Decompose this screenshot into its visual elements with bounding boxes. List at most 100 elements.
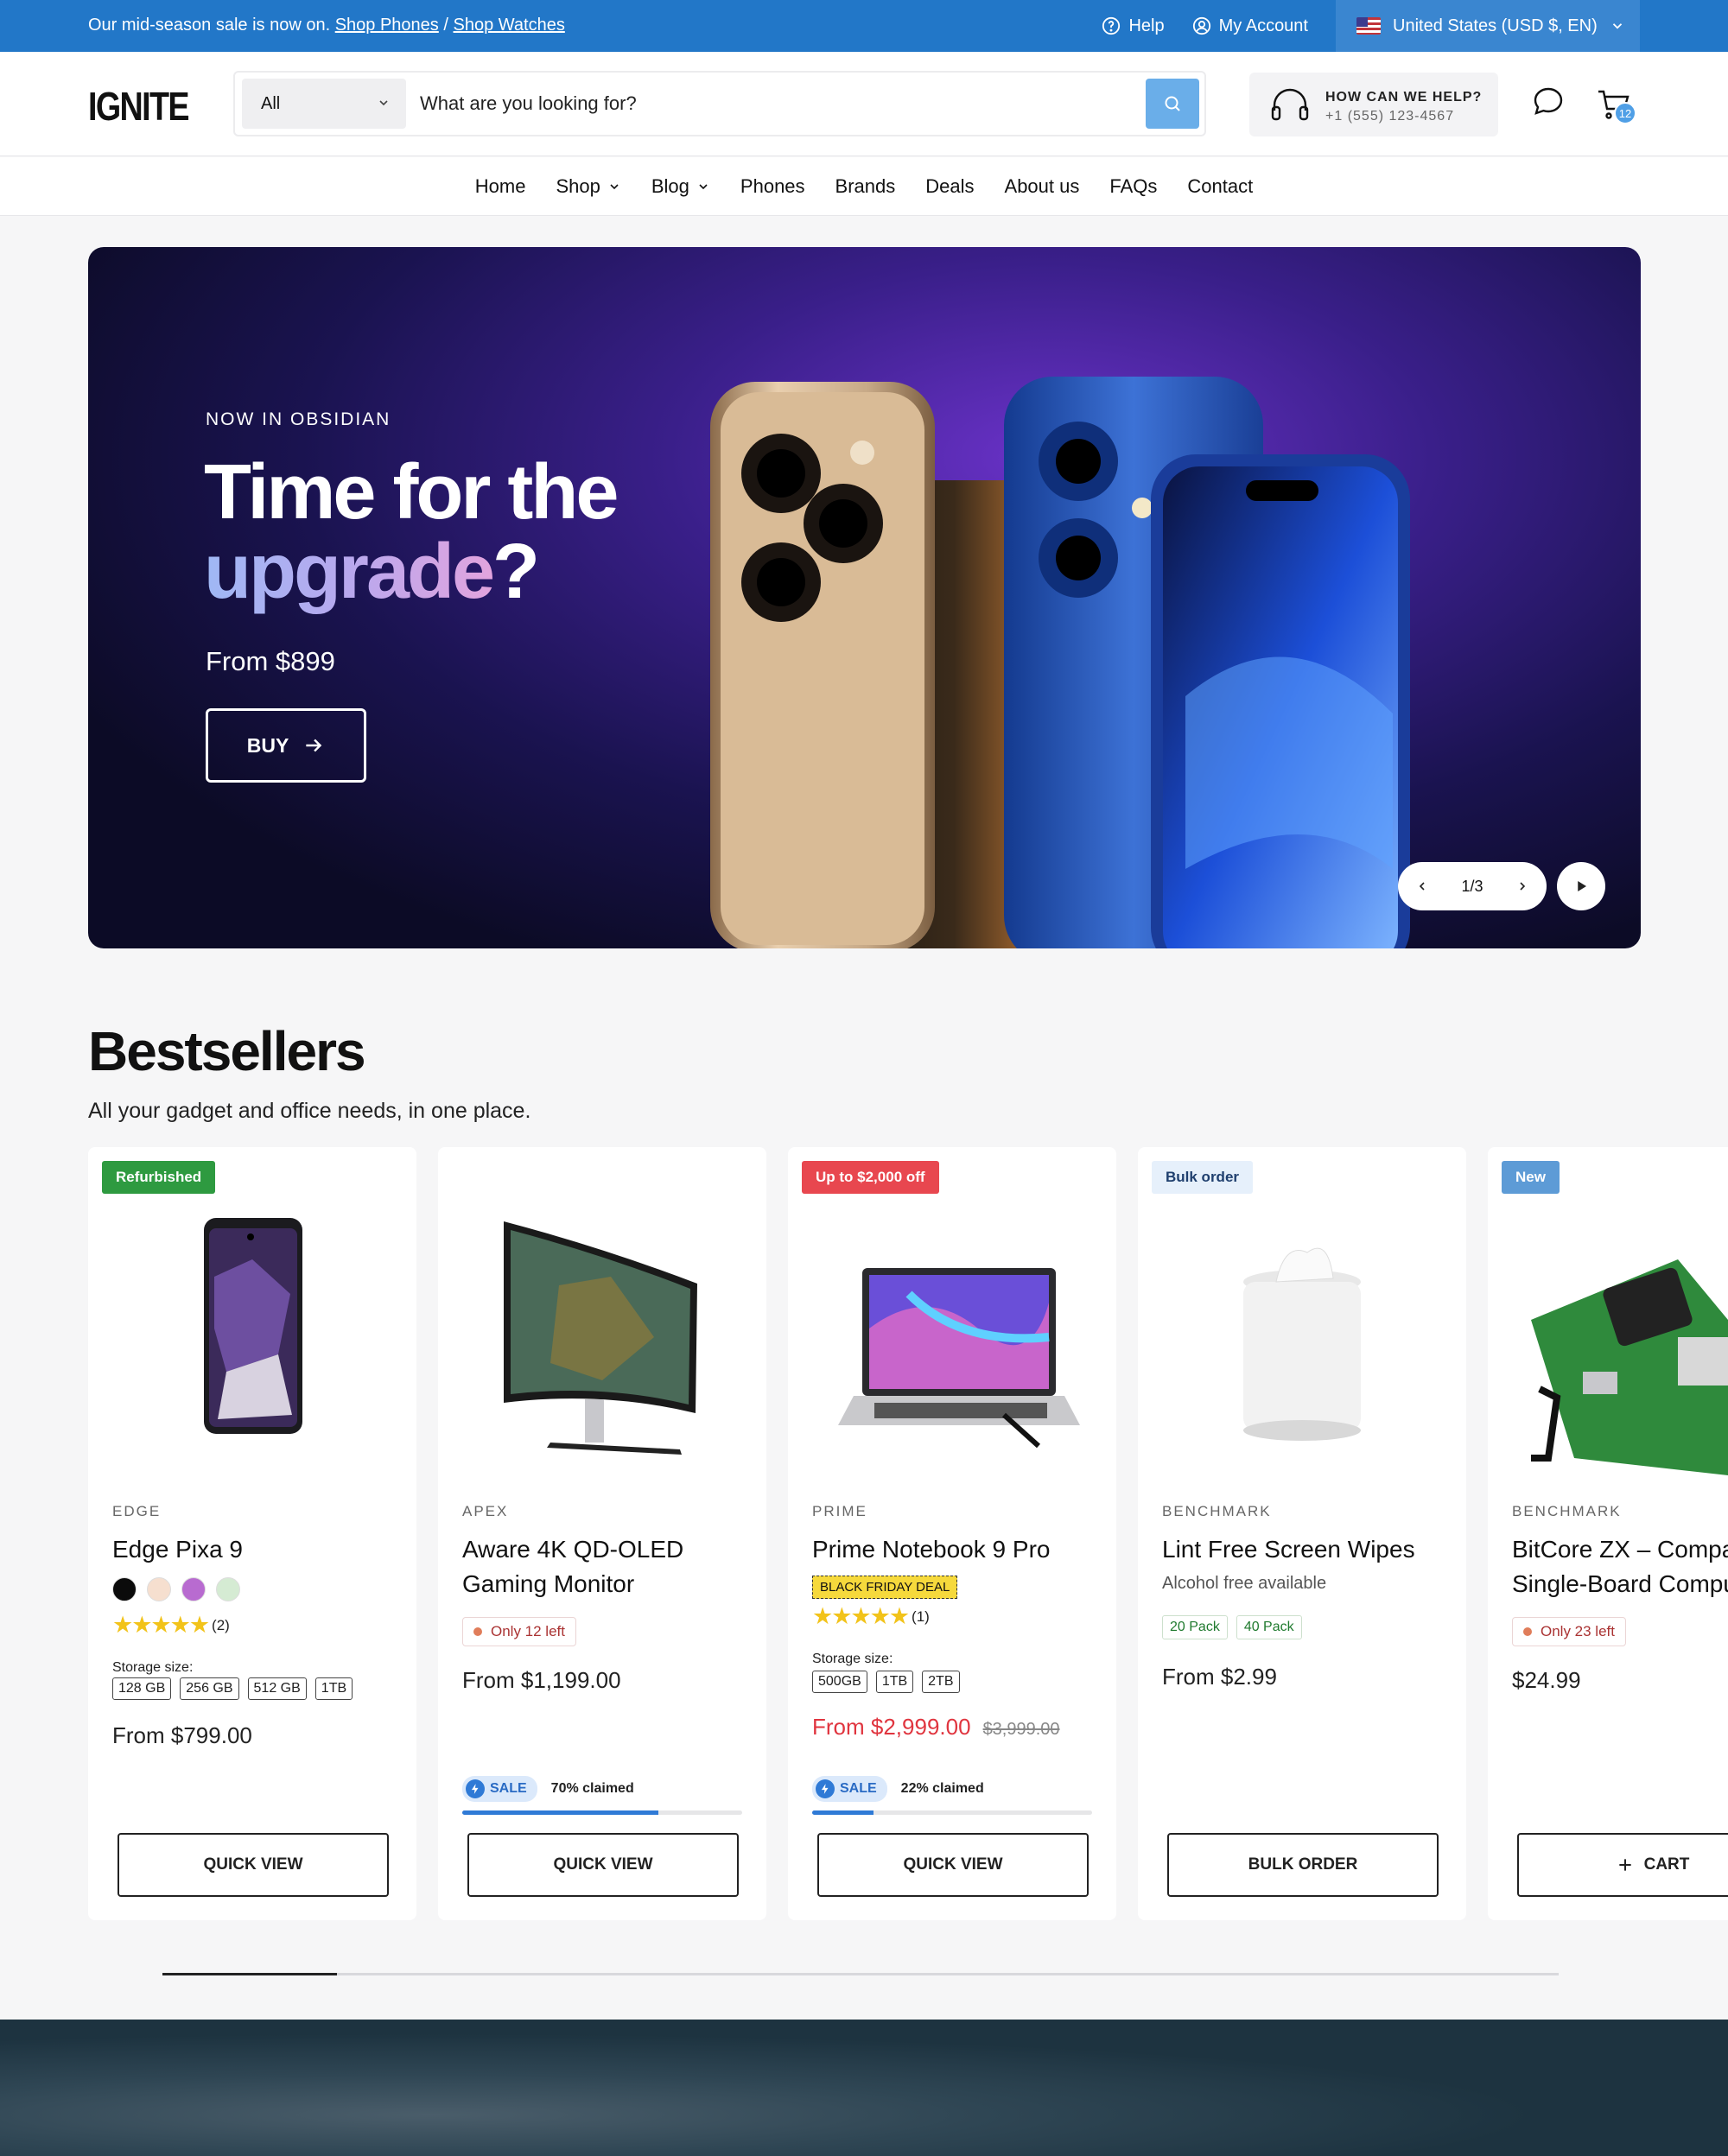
locale-selector[interactable]: United States (USD $, EN): [1336, 0, 1640, 52]
add-to-cart-label: CART: [1643, 1855, 1690, 1874]
storage-options: 128 GB 256 GB 512 GB 1TB: [112, 1677, 353, 1700]
product-card[interactable]: Bulk order BENCHMARK Lint Free Screen Wi…: [1138, 1147, 1466, 1920]
rating-stars: ★★★★★: [112, 1612, 210, 1638]
product-image: [838, 1268, 1080, 1449]
nav-about[interactable]: About us: [1005, 175, 1080, 198]
flag-us-icon: [1356, 17, 1381, 35]
scrollbar-thumb[interactable]: [162, 1973, 337, 1975]
product-vendor: APEX: [462, 1503, 509, 1519]
quick-view-button[interactable]: QUICK VIEW: [467, 1833, 739, 1897]
section-title: Bestsellers: [88, 1020, 366, 1082]
option-chip[interactable]: 2TB: [922, 1671, 960, 1693]
product-price: $24.99: [1512, 1667, 1581, 1693]
nav-faqs[interactable]: FAQs: [1109, 175, 1157, 198]
option-chip[interactable]: 512 GB: [247, 1677, 307, 1700]
product-card[interactable]: Up to $2,000 off PRIME Prime Notebook 9 …: [788, 1147, 1116, 1920]
carousel-scrollbar[interactable]: [162, 1973, 1559, 1975]
my-account-label: My Account: [1218, 16, 1308, 35]
nav-phones[interactable]: Phones: [740, 175, 805, 198]
bolt-icon: [466, 1779, 485, 1798]
product-badge: New: [1502, 1161, 1560, 1194]
product-badge: Bulk order: [1152, 1161, 1254, 1194]
chevron-down-icon: [1612, 23, 1622, 29]
claimed-bar: [462, 1810, 742, 1815]
chevron-left-icon[interactable]: [1415, 879, 1429, 893]
option-chip[interactable]: 1TB: [875, 1671, 914, 1693]
swatch-purple[interactable]: [181, 1577, 206, 1601]
hero-title-mark: ?: [492, 529, 540, 615]
product-title[interactable]: Lint Free Screen Wipes: [1162, 1532, 1447, 1567]
product-card[interactable]: APEX Aware 4K QD-OLED Gaming Monitor Onl…: [438, 1147, 766, 1920]
option-chip[interactable]: 1TB: [314, 1677, 353, 1700]
nav-home[interactable]: Home: [475, 175, 526, 198]
hero-buy-label: BUY: [246, 733, 289, 757]
search-button[interactable]: [1146, 79, 1199, 129]
announcement-separator: /: [443, 16, 448, 35]
search-input[interactable]: [420, 81, 1094, 126]
product-image: [1243, 1247, 1361, 1441]
chevron-down-icon: [699, 183, 708, 189]
quick-view-button[interactable]: QUICK VIEW: [817, 1833, 1089, 1897]
nav-label: Home: [474, 174, 526, 197]
review-count: (1): [912, 1607, 930, 1625]
product-title[interactable]: Aware 4K QD-OLED Gaming Monitor: [462, 1532, 747, 1601]
bulk-order-button[interactable]: BULK ORDER: [1167, 1833, 1439, 1897]
ocean-banner-image: [0, 2020, 1728, 2156]
headset-icon: [1271, 88, 1309, 121]
option-chip[interactable]: 256 GB: [180, 1677, 239, 1700]
shop-watches-link[interactable]: Shop Watches: [454, 16, 565, 35]
sale-price: From $2,999.00: [812, 1714, 971, 1740]
product-card[interactable]: Refurbished EDGE Edge Pixa 9 ★★★★★ (2) S…: [88, 1147, 416, 1920]
logo[interactable]: IGNITE: [88, 83, 190, 130]
product-title[interactable]: BitCore ZX – Compact Single-Board Comput…: [1512, 1532, 1728, 1601]
swatch-black[interactable]: [112, 1577, 137, 1601]
quick-view-button[interactable]: QUICK VIEW: [118, 1833, 389, 1897]
stock-indicator: Only 23 left: [1512, 1617, 1626, 1646]
product-price: From $799.00: [112, 1722, 252, 1748]
chevron-down-icon: [610, 183, 619, 189]
product-rating: ★★★★★ (1): [812, 1603, 930, 1630]
pack-chip[interactable]: 40 Pack: [1236, 1615, 1302, 1639]
nav-blog[interactable]: Blog: [651, 175, 710, 198]
nav-shop[interactable]: Shop: [556, 175, 620, 198]
option-chip[interactable]: 500GB: [812, 1671, 867, 1693]
contact-help-box[interactable]: HOW CAN WE HELP? +1 (555) 123-4567: [1249, 73, 1498, 136]
hero-buy-button[interactable]: BUY: [206, 708, 366, 783]
product-price: From $2,999.00 $3,999.00: [812, 1714, 1060, 1741]
product-price: From $1,199.00: [462, 1667, 621, 1693]
help-label: Help: [1128, 16, 1165, 35]
option-chip[interactable]: 128 GB: [112, 1677, 172, 1700]
swatch-peach[interactable]: [147, 1577, 171, 1601]
product-title[interactable]: Prime Notebook 9 Pro: [812, 1532, 1097, 1567]
product-card[interactable]: New BENCHMARK BitCore ZX – Compact Singl…: [1488, 1147, 1728, 1920]
slideshow-play-button[interactable]: [1557, 862, 1605, 910]
nav-brands[interactable]: Brands: [835, 175, 896, 198]
nav-contact[interactable]: Contact: [1187, 175, 1253, 198]
nav-label: About us: [1004, 174, 1080, 197]
add-to-cart-button[interactable]: CART: [1517, 1833, 1728, 1897]
bolt-icon: [816, 1779, 835, 1798]
search-bar: All: [233, 71, 1206, 136]
chevron-right-icon[interactable]: [1515, 879, 1529, 893]
sale-pill: SALE: [812, 1776, 887, 1802]
nav-label: Phones: [740, 174, 805, 197]
hero-title-line1: Time for the: [204, 449, 619, 536]
nav-label: Brands: [835, 174, 896, 197]
hero-price: From $899: [206, 646, 335, 676]
swatch-mint[interactable]: [216, 1577, 240, 1601]
nav-deals[interactable]: Deals: [925, 175, 974, 198]
shop-phones-link[interactable]: Shop Phones: [335, 16, 439, 35]
help-circle-icon: [1102, 16, 1121, 35]
sale-pill: SALE: [462, 1776, 537, 1802]
help-link[interactable]: Help: [1102, 16, 1165, 36]
help-title: HOW CAN WE HELP?: [1325, 90, 1483, 105]
my-account-link[interactable]: My Account: [1192, 16, 1308, 36]
pack-chip[interactable]: 20 Pack: [1162, 1615, 1228, 1639]
search-category-select[interactable]: All: [242, 79, 406, 129]
product-vendor: EDGE: [112, 1503, 162, 1519]
nav-label: Shop: [556, 174, 600, 197]
product-title[interactable]: Edge Pixa 9: [112, 1532, 397, 1567]
product-badge: Up to $2,000 off: [802, 1161, 939, 1194]
chat-icon[interactable]: [1531, 85, 1566, 119]
play-icon: [1578, 881, 1586, 891]
